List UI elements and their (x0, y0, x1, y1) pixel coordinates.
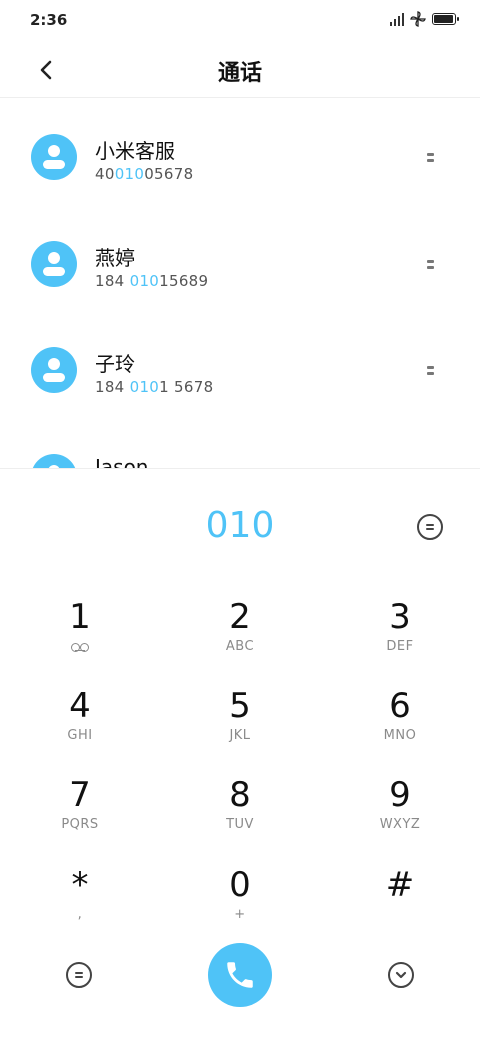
key-letters: GHI (67, 728, 93, 743)
key-digit: 8 (229, 775, 251, 815)
key-letters: , (77, 907, 83, 922)
matched-digits: 010 (114, 165, 145, 183)
chevron-down-circle-icon[interactable] (388, 962, 414, 988)
key-letters: WXYZ (379, 817, 421, 832)
contact-number: 184 0101 5678 (95, 378, 214, 396)
menu-circle-icon[interactable] (417, 514, 443, 540)
key-1[interactable]: 1 (20, 597, 140, 677)
key-digit: # (385, 865, 415, 905)
phone-icon (227, 962, 253, 988)
chevron-down-icon (395, 971, 407, 979)
contact-number: 4001005678 (95, 165, 194, 183)
more-options-icon[interactable] (422, 147, 438, 167)
key-digit: 7 (69, 775, 91, 815)
contact-row[interactable]: 燕婷 184 01015689 (0, 206, 480, 306)
call-button[interactable] (208, 943, 272, 1007)
key-8[interactable]: 8 TUV (180, 775, 300, 855)
key-digit: 5 (229, 686, 251, 726)
status-time: 2:36 (30, 11, 68, 29)
key-5[interactable]: 5 JKL (180, 686, 300, 766)
key-digit: 2 (229, 597, 251, 637)
key-6[interactable]: 6 MNO (340, 686, 460, 766)
pinwheel-icon (410, 11, 426, 27)
contact-name: 小米客服 (95, 139, 175, 163)
status-icons (390, 11, 459, 27)
contact-row[interactable]: Jason (0, 419, 480, 468)
avatar-icon (31, 134, 77, 180)
key-digit: * (71, 865, 89, 905)
key-letters: PQRS (61, 817, 99, 832)
avatar-icon (31, 454, 77, 468)
matched-digits: 010 (129, 378, 160, 396)
avatar-icon (31, 241, 77, 287)
key-digit: 6 (389, 686, 411, 726)
key-4[interactable]: 4 GHI (20, 686, 140, 766)
key-hash[interactable]: # (340, 865, 460, 945)
contact-name: 子玲 (95, 352, 135, 376)
key-7[interactable]: 7 PQRS (20, 775, 140, 855)
key-letters: ABC (225, 639, 255, 654)
list-divider (0, 468, 480, 469)
key-letters: + (234, 907, 246, 922)
contact-number: 184 01015689 (95, 272, 209, 290)
key-letters: JKL (229, 728, 251, 743)
key-letters: MNO (383, 728, 417, 743)
more-options-icon[interactable] (422, 254, 438, 274)
key-letters: DEF (386, 639, 414, 654)
battery-icon (432, 13, 459, 25)
contact-name: 燕婷 (95, 246, 135, 270)
status-bar: 2:36 (0, 0, 480, 42)
key-2[interactable]: 2 ABC (180, 597, 300, 677)
key-0[interactable]: 0 + (180, 865, 300, 945)
more-options-icon[interactable] (422, 360, 438, 380)
dial-number-display[interactable]: 010 (0, 505, 480, 546)
menu-circle-icon[interactable] (66, 962, 92, 988)
key-3[interactable]: 3 DEF (340, 597, 460, 677)
key-digit: 9 (389, 775, 411, 815)
voicemail-icon (70, 642, 90, 652)
key-digit: 0 (229, 865, 251, 905)
key-9[interactable]: 9 WXYZ (340, 775, 460, 855)
signal-bars-icon (390, 12, 404, 26)
contact-list[interactable]: 小米客服 4001005678 燕婷 184 01015689 子玲 184 0… (0, 99, 480, 468)
key-star[interactable]: * , (20, 865, 140, 945)
contact-name: Jason (95, 455, 149, 468)
key-digit: 1 (69, 597, 91, 637)
contact-row[interactable]: 小米客服 4001005678 (0, 99, 480, 199)
avatar-icon (31, 347, 77, 393)
key-digit: 4 (69, 686, 91, 726)
key-digit: 3 (389, 597, 411, 637)
contact-row[interactable]: 子玲 184 0101 5678 (0, 312, 480, 412)
page-title: 通话 (217, 61, 262, 86)
key-letters: TUV (226, 817, 254, 832)
matched-digits: 010 (129, 272, 160, 290)
header: 通话 (0, 42, 480, 98)
